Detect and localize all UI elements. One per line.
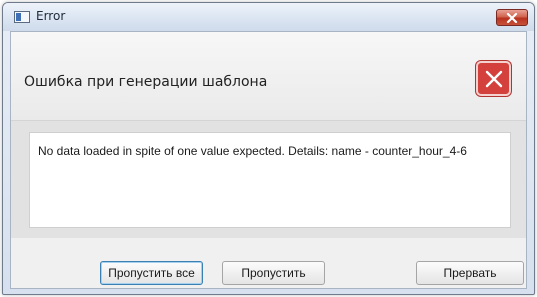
content-area: No data loaded in spite of one value exp… (11, 121, 526, 238)
abort-button[interactable]: Прервать (416, 261, 524, 285)
title-bar[interactable]: Error (3, 3, 534, 31)
dialog-body: Ошибка при генерации шаблона No data loa… (10, 31, 527, 289)
header-title: Ошибка при генерации шаблона (24, 74, 268, 90)
error-dialog: Error Ошибка при генерации шаблона No da… (2, 2, 535, 295)
window-app-icon (14, 11, 30, 23)
error-x-icon (476, 61, 511, 96)
skip-button[interactable]: Пропустить (222, 261, 325, 285)
header-panel: Ошибка при генерации шаблона (11, 32, 526, 121)
message-text: No data loaded in spite of one value exp… (38, 144, 467, 158)
close-button[interactable] (496, 9, 528, 26)
window-title: Error (36, 9, 66, 23)
close-icon (506, 12, 518, 23)
message-textarea[interactable]: No data loaded in spite of one value exp… (29, 132, 511, 228)
skip-all-button[interactable]: Пропустить все (100, 261, 203, 285)
